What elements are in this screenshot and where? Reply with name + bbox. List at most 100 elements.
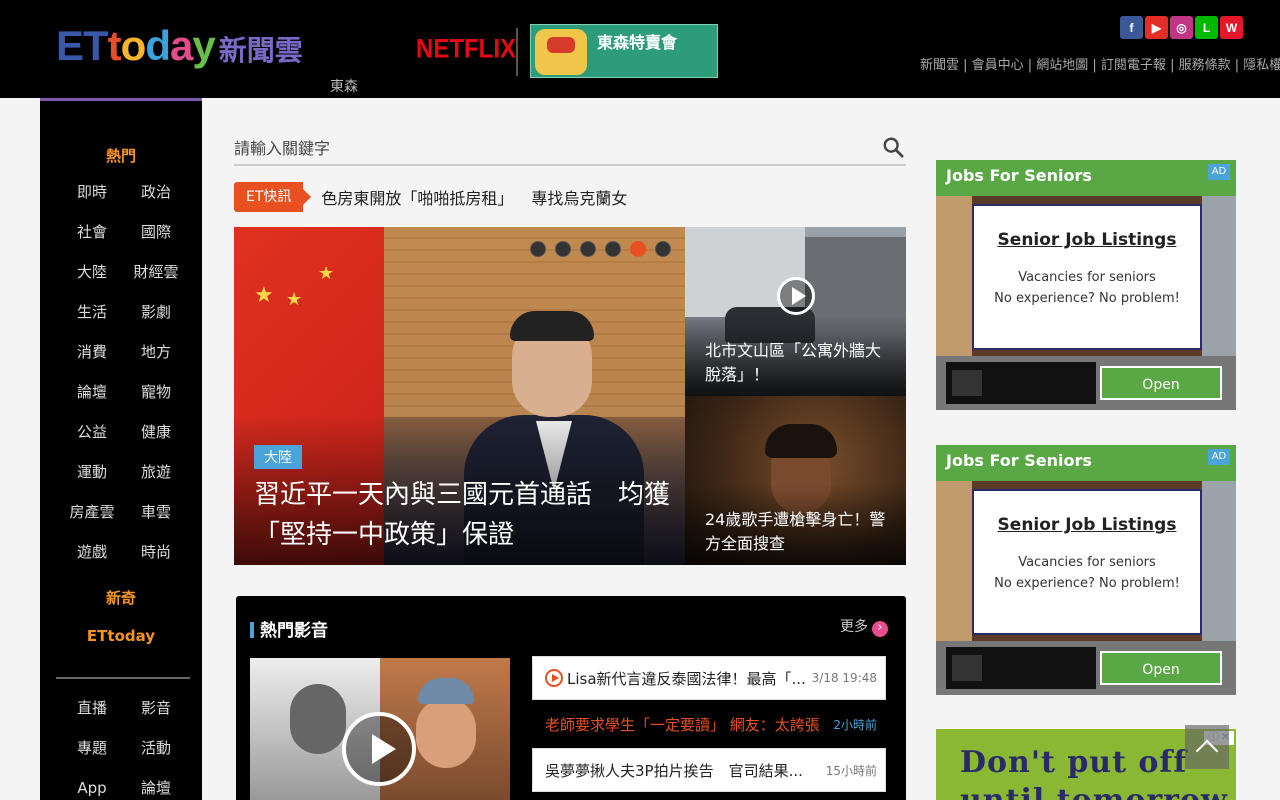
social-links: f ▶ ◎ L W xyxy=(1120,16,1243,39)
sidebar-item[interactable]: 地方 xyxy=(124,341,188,363)
play-icon[interactable] xyxy=(342,712,416,786)
sidebar-item[interactable]: 活動 xyxy=(124,737,188,759)
carousel-dot[interactable] xyxy=(655,241,671,257)
logo-subtitle: 東森 xyxy=(330,79,358,95)
ticker-item[interactable]: 專找烏克蘭女 xyxy=(531,185,627,209)
ad-choices-icon[interactable]: AD xyxy=(1208,449,1230,465)
ad-headline: Don't put off xyxy=(960,745,1188,780)
breaking-ticker: ET快訊 色房東開放「啪啪抵房租」 專找烏克蘭女 xyxy=(234,182,906,212)
sidebar-item[interactable]: 公益 xyxy=(60,421,124,443)
video-title: 老師要求學生「一定要讀」 網友：太誇張 xyxy=(545,715,820,734)
sidebar-item[interactable]: 遊戲 xyxy=(60,541,124,563)
sidebar-item[interactable]: App xyxy=(60,777,124,799)
instagram-icon[interactable]: ◎ xyxy=(1170,16,1193,39)
sidebar-item[interactable]: 旅遊 xyxy=(124,461,188,483)
back-to-top-button[interactable] xyxy=(1185,725,1229,769)
sidebar-item[interactable]: 國際 xyxy=(124,221,188,243)
video-time: 2小時前 xyxy=(833,717,877,732)
logo-cloud: 新聞雲 xyxy=(218,34,303,67)
section-title: 熱門影音 xyxy=(250,616,328,641)
sidebar-special-2[interactable]: ETtoday xyxy=(40,627,202,645)
sidebar-item[interactable]: 論壇 xyxy=(60,381,124,403)
search-icon[interactable] xyxy=(882,136,904,158)
sidebar-item[interactable]: 房產雲 xyxy=(60,501,124,523)
sidebar-item[interactable]: 消費 xyxy=(60,341,124,363)
sidebar-item[interactable]: 影音 xyxy=(124,697,188,719)
line-icon[interactable]: L xyxy=(1195,16,1218,39)
side-story-caption: 北市文山區「公寓外牆大脫落」！ xyxy=(705,341,882,384)
logo-today: today xyxy=(107,22,216,69)
header-separator xyxy=(516,28,518,76)
ad-banner[interactable]: Jobs For Seniors AD Senior Job Listings … xyxy=(936,445,1236,695)
sidebar-item[interactable]: 車雲 xyxy=(124,501,188,523)
ad-card: Senior Job Listings Vacancies for senior… xyxy=(972,204,1202,350)
mascot-icon xyxy=(535,29,587,75)
side-story-caption: 24歲歌手遭槍擊身亡！警方全面搜查 xyxy=(705,510,886,553)
sidebar-item[interactable]: 專題 xyxy=(60,737,124,759)
sidebar-item[interactable]: 時尚 xyxy=(124,541,188,563)
sidebar-item[interactable]: 健康 xyxy=(124,421,188,443)
weibo-icon[interactable]: W xyxy=(1220,16,1243,39)
sidebar-item[interactable]: 直播 xyxy=(60,697,124,719)
carousel-headline[interactable]: 習近平一天內與三國元首通話 均獲「堅持一中政策」保證 xyxy=(254,475,674,555)
sidebar-item[interactable]: 社會 xyxy=(60,221,124,243)
carousel-dots xyxy=(530,241,671,257)
video-thumbnail[interactable] xyxy=(250,658,510,800)
category-sidebar: 熱門 即時 政治 社會 國際 大陸 財經雲 生活 影劇 消費 地方 論壇 寵物 公益 健康 運動 旅遊 房產雲車… xyxy=(40,98,202,800)
sidebar-item[interactable]: 運動 xyxy=(60,461,124,483)
carousel-dot[interactable] xyxy=(605,241,621,257)
ad-open-button[interactable]: Open xyxy=(1100,366,1222,400)
logo-et: ET xyxy=(56,22,109,69)
ad-open-button[interactable]: Open xyxy=(1100,651,1222,685)
carousel-dot[interactable] xyxy=(580,241,596,257)
ad-heading: Senior Job Listings xyxy=(997,230,1177,250)
headline-carousel[interactable]: ★ ★ ★ 大陸 習近平一天內與三國元首通話 均獲「堅持一中政策」保證 xyxy=(234,227,685,565)
ad-text: Vacancies for seniors xyxy=(1018,555,1156,570)
flag-star-icon: ★ xyxy=(254,283,274,308)
sidebar-item[interactable]: 論壇 xyxy=(124,777,188,799)
youtube-icon[interactable]: ▶ xyxy=(1145,16,1168,39)
site-header: ET today 新聞雲 東森 NETFLIX 東森特賣會 f ▶ ◎ L W 新聞雲 … xyxy=(0,0,1280,98)
sidebar-item[interactable]: 大陸 xyxy=(60,261,124,283)
video-section: 熱門影音 更多 Lisa新代言違反泰國法律！最高「... 3/18 19:48 老師… xyxy=(236,596,906,800)
ettoday-logo[interactable]: ET today 新聞雲 xyxy=(56,22,303,74)
sidebar-categories: 即時 政治 社會 國際 大陸 財經雲 生活 影劇 消費 地方 論壇 寵物 公益 健康 運動 旅遊 房產雲 車雲 遊戲… xyxy=(60,181,190,563)
sidebar-item[interactable]: 生活 xyxy=(60,301,124,323)
ad-headline: until tomorrow xyxy=(960,783,1228,800)
ad-banner[interactable]: Jobs For Seniors AD Senior Job Listings … xyxy=(936,160,1236,410)
sidebar-item[interactable]: 影劇 xyxy=(124,301,188,323)
ad-heading: Senior Job Listings xyxy=(997,515,1177,535)
more-link[interactable]: 更多 xyxy=(840,616,888,637)
sidebar-item[interactable]: 寵物 xyxy=(124,381,188,403)
sidebar-special-1[interactable]: 新奇 xyxy=(40,587,202,608)
carousel-dot[interactable] xyxy=(555,241,571,257)
side-story[interactable]: 北市文山區「公寓外牆大脫落」！ xyxy=(685,227,906,396)
ad-card: Senior Job Listings Vacancies for senior… xyxy=(972,489,1202,635)
netflix-logo[interactable]: NETFLIX xyxy=(416,35,516,66)
carousel-dot[interactable] xyxy=(530,241,546,257)
sidebar-hot[interactable]: 熱門 xyxy=(40,145,202,166)
video-list-item[interactable]: 吳夢夢揪人夫3P拍片挨告 官司結果... 15小時前 xyxy=(532,748,886,792)
search-input[interactable] xyxy=(234,136,854,160)
flag-star-icon: ★ xyxy=(318,263,335,284)
sidebar-item[interactable]: 即時 xyxy=(60,181,124,203)
video-list-item[interactable]: Lisa新代言違反泰國法律！最高「... 3/18 19:48 xyxy=(532,656,886,700)
advertiser-logo-icon xyxy=(952,370,982,396)
play-icon[interactable] xyxy=(777,277,815,315)
flag-star-icon: ★ xyxy=(286,289,303,310)
video-list-item[interactable]: 老師要求學生「一定要讀」 網友：太誇張 2小時前 xyxy=(532,702,886,746)
video-time: 15小時前 xyxy=(825,763,877,778)
advertiser-logo-icon xyxy=(952,655,982,681)
carousel-dot[interactable] xyxy=(630,241,646,257)
sidebar-item[interactable]: 財經雲 xyxy=(124,261,188,283)
event-banner-text: 東森特賣會 xyxy=(597,33,678,52)
ad-label: Jobs For Seniors xyxy=(946,166,1092,185)
ticker-item[interactable]: 色房東開放「啪啪抵房租」 xyxy=(321,185,513,209)
header-links[interactable]: 新聞雲 | 會員中心 | 網站地圖 | 訂閱電子報 | 服務條款 | 隱私權政策 xyxy=(920,54,1280,73)
facebook-icon[interactable]: f xyxy=(1120,16,1143,39)
side-story[interactable]: 24歲歌手遭槍擊身亡！警方全面搜查 xyxy=(685,396,906,565)
ad-choices-icon[interactable]: AD xyxy=(1208,164,1230,180)
event-banner[interactable]: 東森特賣會 xyxy=(530,24,718,78)
sidebar-item[interactable]: 政治 xyxy=(124,181,188,203)
sidebar-divider xyxy=(56,677,190,679)
